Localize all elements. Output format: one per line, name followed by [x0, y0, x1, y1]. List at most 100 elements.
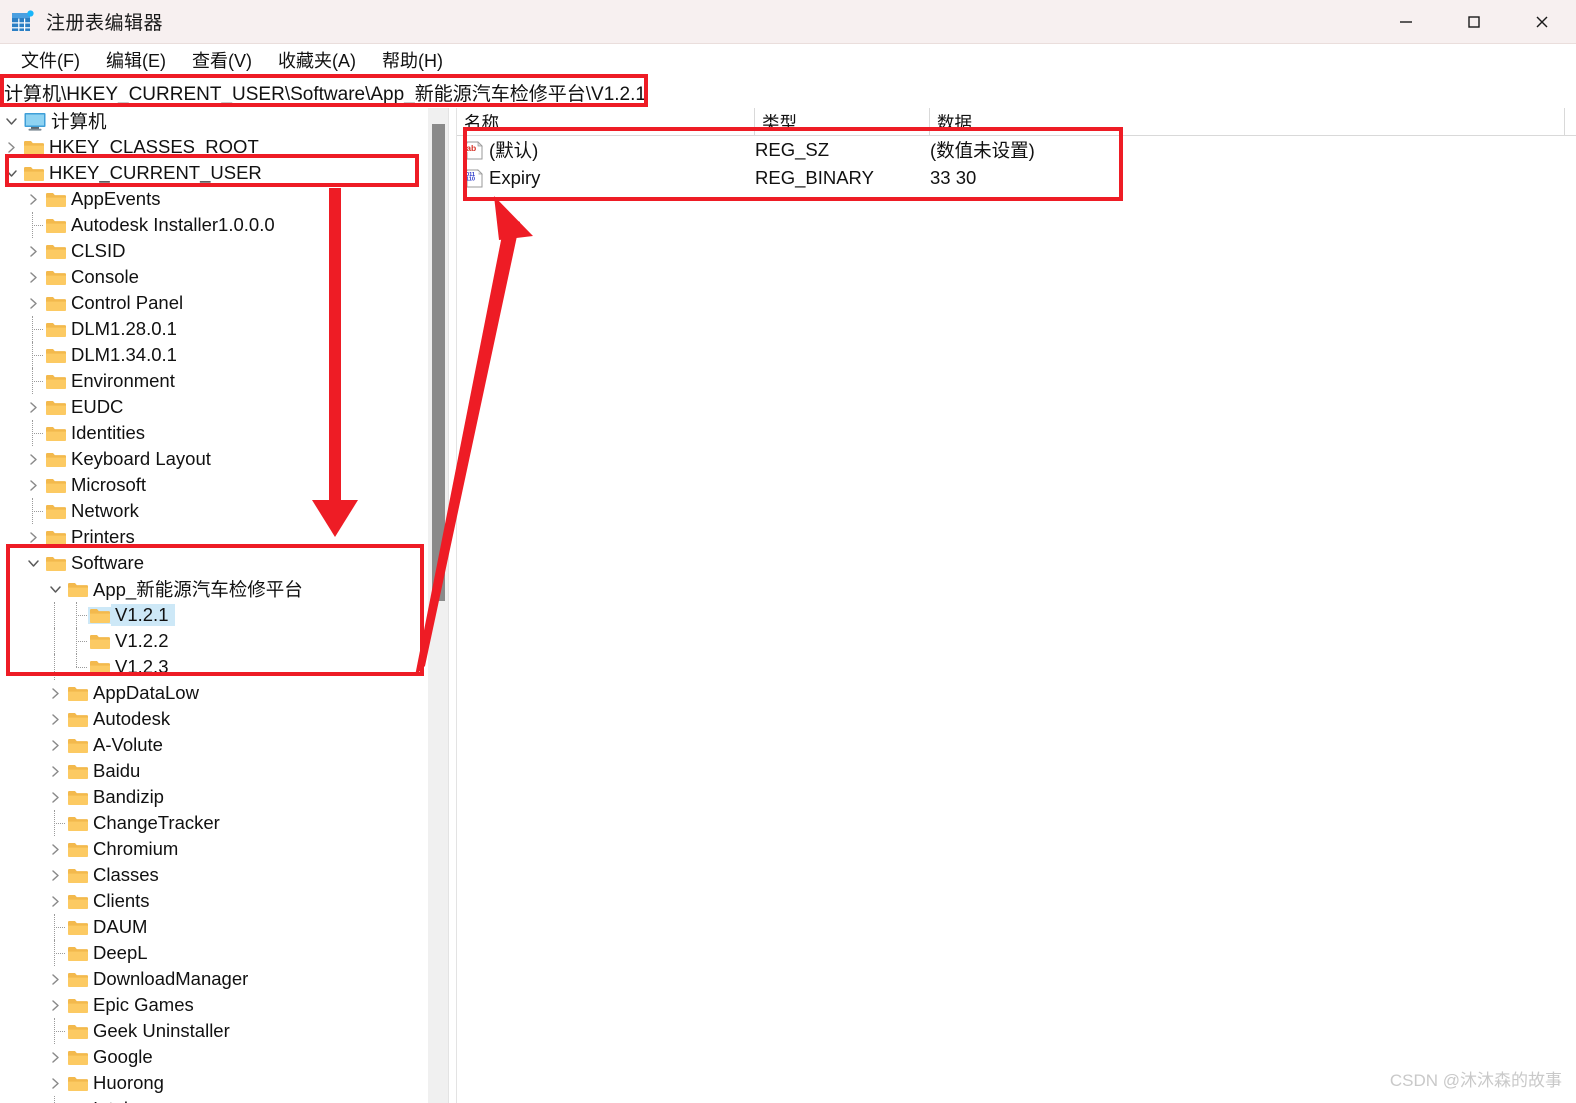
chevron-down-icon[interactable] — [0, 160, 22, 186]
tree-item-geek-uninstaller[interactable]: Geek Uninstaller — [0, 1018, 428, 1044]
menu-edit[interactable]: 编辑(E) — [93, 45, 179, 75]
chevron-right-icon[interactable] — [44, 862, 66, 888]
chevron-right-icon[interactable] — [22, 238, 44, 264]
tree-item-dlm1.34.0.1[interactable]: DLM1.34.0.1 — [0, 342, 428, 368]
tree-item-control-panel[interactable]: Control Panel — [0, 290, 428, 316]
tree-item-icon-wrap — [66, 1075, 89, 1092]
tree-item-epic-games[interactable]: Epic Games — [0, 992, 428, 1018]
tree-item-intel[interactable]: Intel — [0, 1096, 428, 1103]
tree-item-environment[interactable]: Environment — [0, 368, 428, 394]
folder-icon — [45, 321, 67, 338]
tree-item-label: DLM1.28.0.1 — [71, 318, 177, 339]
maximize-button[interactable] — [1440, 0, 1508, 44]
tree-item-changetracker[interactable]: ChangeTracker — [0, 810, 428, 836]
tree-guide — [22, 602, 44, 628]
minimize-button[interactable] — [1372, 0, 1440, 44]
value-name-cell[interactable]: 011 110 Expiry — [457, 167, 755, 189]
chevron-right-icon[interactable] — [44, 706, 66, 732]
tree-item-icon-wrap — [44, 451, 67, 468]
chevron-right-icon[interactable] — [22, 290, 44, 316]
tree-item-v1.2.2[interactable]: V1.2.2 — [0, 628, 428, 654]
tree-item-software[interactable]: Software — [0, 550, 428, 576]
column-header-data[interactable]: 数据 — [930, 108, 1565, 135]
tree-item-printers[interactable]: Printers — [0, 524, 428, 550]
tree-item-label: Baidu — [93, 760, 141, 781]
close-button[interactable] — [1508, 0, 1576, 44]
address-path[interactable]: 计算机\HKEY_CURRENT_USER\Software\App_新能源汽车… — [0, 79, 646, 106]
tree-item-network[interactable]: Network — [0, 498, 428, 524]
chevron-right-icon[interactable] — [22, 472, 44, 498]
tree-item-v1.2.3[interactable]: V1.2.3 — [0, 654, 428, 680]
chevron-down-icon[interactable] — [44, 576, 66, 602]
tree-item-chromium[interactable]: Chromium — [0, 836, 428, 862]
tree-item-appdatalow[interactable]: AppDataLow — [0, 680, 428, 706]
tree-item-downloadmanager[interactable]: DownloadManager — [0, 966, 428, 992]
window-title: 注册表编辑器 — [46, 13, 164, 34]
chevron-right-icon[interactable] — [44, 758, 66, 784]
tree-item-google[interactable]: Google — [0, 1044, 428, 1070]
tree-item-keyboard-layout[interactable]: Keyboard Layout — [0, 446, 428, 472]
chevron-right-icon[interactable] — [22, 186, 44, 212]
tree-item-app_新能源汽车检修平台[interactable]: App_新能源汽车检修平台 — [0, 576, 428, 602]
tree-item-clsid[interactable]: CLSID — [0, 238, 428, 264]
tree-item-hkey_classes_root[interactable]: HKEY_CLASSES_ROOT — [0, 134, 428, 160]
chevron-right-icon[interactable] — [44, 1070, 66, 1096]
chevron-right-icon[interactable] — [22, 524, 44, 550]
column-header-name[interactable]: 名称 — [457, 108, 755, 135]
menu-view[interactable]: 查看(V) — [179, 45, 265, 75]
chevron-right-icon[interactable] — [44, 1044, 66, 1070]
tree-item-clients[interactable]: Clients — [0, 888, 428, 914]
tree-item-icon-wrap — [66, 815, 89, 832]
tree-item-deepl[interactable]: DeepL — [0, 940, 428, 966]
value-row[interactable]: 011 110 Expiry REG_BINARY 33 30 — [457, 164, 1576, 192]
tree-item-identities[interactable]: Identities — [0, 420, 428, 446]
tree-item-appevents[interactable]: AppEvents — [0, 186, 428, 212]
tree-item-计算机[interactable]: 计算机 — [0, 108, 428, 134]
tree-item-baidu[interactable]: Baidu — [0, 758, 428, 784]
tree-item-console[interactable]: Console — [0, 264, 428, 290]
chevron-right-icon[interactable] — [44, 680, 66, 706]
chevron-down-icon[interactable] — [0, 108, 22, 134]
tree-guide — [66, 654, 88, 680]
tree-item-daum[interactable]: DAUM — [0, 914, 428, 940]
address-bar[interactable]: 计算机\HKEY_CURRENT_USER\Software\App_新能源汽车… — [0, 77, 1576, 107]
tree-item-autodesk[interactable]: Autodesk — [0, 706, 428, 732]
folder-icon — [45, 451, 67, 468]
chevron-right-icon[interactable] — [22, 394, 44, 420]
tree-item-v1.2.1[interactable]: V1.2.1 — [0, 602, 428, 628]
chevron-right-icon[interactable] — [44, 732, 66, 758]
chevron-down-icon[interactable] — [22, 550, 44, 576]
menu-favorites[interactable]: 收藏夹(A) — [265, 45, 369, 75]
column-header-type[interactable]: 类型 — [755, 108, 930, 135]
chevron-right-icon[interactable] — [44, 888, 66, 914]
tree-guide — [0, 914, 22, 940]
tree-item-label: Keyboard Layout — [71, 448, 211, 469]
tree-item-bandizip[interactable]: Bandizip — [0, 784, 428, 810]
tree-item-label: Printers — [71, 526, 135, 547]
pane-splitter[interactable] — [448, 108, 457, 1103]
chevron-right-icon[interactable] — [44, 992, 66, 1018]
chevron-right-icon[interactable] — [22, 264, 44, 290]
tree-item-eudc[interactable]: EUDC — [0, 394, 428, 420]
value-name-cell[interactable]: ab (默认) — [457, 137, 755, 163]
tree-item-dlm1.28.0.1[interactable]: DLM1.28.0.1 — [0, 316, 428, 342]
tree-guide — [44, 628, 66, 654]
value-row[interactable]: ab (默认) REG_SZ (数值未设置) — [457, 136, 1576, 164]
menu-help[interactable]: 帮助(H) — [369, 45, 456, 75]
tree-item-a-volute[interactable]: A-Volute — [0, 732, 428, 758]
menu-file[interactable]: 文件(F) — [8, 45, 93, 75]
tree-scrollbar-thumb[interactable] — [432, 124, 445, 601]
tree-scrollbar[interactable] — [428, 108, 448, 1103]
tree-item-label: DAUM — [93, 916, 148, 937]
tree-item-autodesk-installer1.0.0.0[interactable]: Autodesk Installer1.0.0.0 — [0, 212, 428, 238]
tree-item-classes[interactable]: Classes — [0, 862, 428, 888]
chevron-right-icon[interactable] — [22, 446, 44, 472]
chevron-right-icon[interactable] — [44, 966, 66, 992]
tree-item-huorong[interactable]: Huorong — [0, 1070, 428, 1096]
tree-item-hkey_current_user[interactable]: HKEY_CURRENT_USER — [0, 160, 428, 186]
chevron-right-icon[interactable] — [0, 134, 22, 160]
chevron-right-icon[interactable] — [44, 784, 66, 810]
chevron-right-icon[interactable] — [44, 836, 66, 862]
tree-item-microsoft[interactable]: Microsoft — [0, 472, 428, 498]
registry-tree[interactable]: 计算机 HKEY_CLASSES_ROOT HKEY_CURRENT_USER App… — [0, 108, 428, 1103]
